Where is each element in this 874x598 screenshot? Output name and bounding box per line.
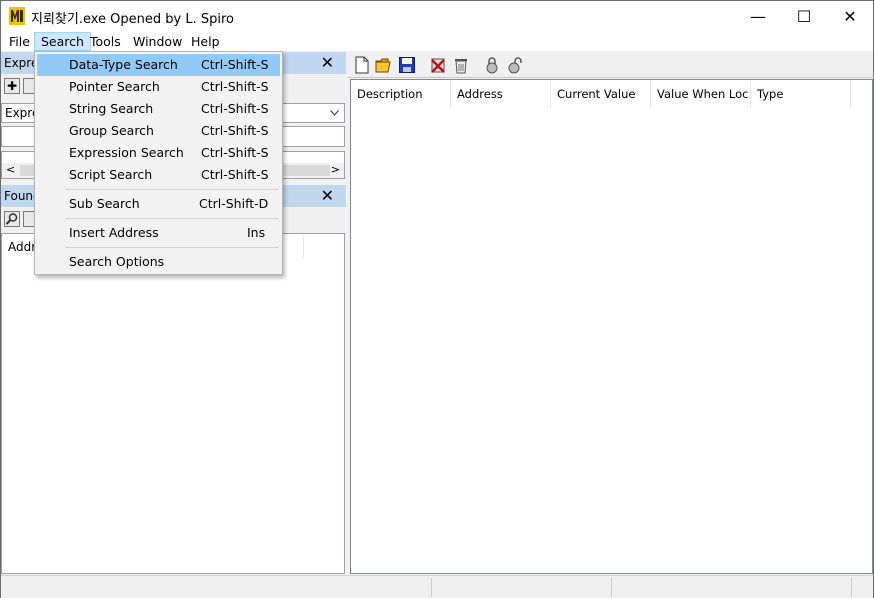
scroll-right-arrow[interactable]: > [331, 163, 340, 176]
menu-file[interactable]: File [3, 32, 36, 51]
menu-item-shortcut: Ctrl-Shift-S [201, 101, 269, 116]
lock-icon[interactable] [483, 56, 501, 74]
search-icon[interactable] [4, 211, 20, 227]
status-divider [431, 578, 432, 597]
found-panel-close-icon[interactable]: ✕ [321, 186, 334, 205]
address-list[interactable]: Description Address Current Value Value … [350, 79, 873, 574]
menu-item-data-type-search[interactable]: Data-Type Search Ctrl-Shift-S [37, 54, 280, 76]
right-pane: Description Address Current Value Value … [348, 52, 874, 574]
menu-item-sub-search[interactable]: Sub Search Ctrl-Shift-D [37, 193, 280, 215]
menu-item-group-search[interactable]: Group Search Ctrl-Shift-S [37, 120, 280, 142]
menu-item-label: String Search [69, 101, 154, 116]
menu-item-shortcut: Ctrl-Shift-S [201, 123, 269, 138]
open-folder-icon[interactable] [375, 56, 393, 74]
column-value-when-locked[interactable]: Value When Loc… [651, 80, 751, 108]
add-expression-button[interactable]: ✚ [4, 78, 20, 94]
menu-item-label: Expression Search [69, 145, 184, 160]
menu-separator [65, 218, 279, 219]
status-divider [851, 578, 852, 597]
title-bar: 지뢰찾기.exe Opened by L. Spiro — ☐ ✕ [1, 1, 873, 32]
menu-item-label: Data-Type Search [69, 57, 178, 72]
app-icon[interactable] [9, 7, 25, 25]
menu-item-label: Sub Search [69, 196, 140, 211]
column-current-value[interactable]: Current Value [551, 80, 651, 108]
save-icon[interactable] [398, 56, 416, 74]
search-menu-dropdown: Data-Type Search Ctrl-Shift-S Pointer Se… [34, 51, 283, 275]
status-bar [1, 575, 873, 598]
clear-icon[interactable] [452, 56, 470, 74]
column-description[interactable]: Description [351, 80, 451, 108]
menu-item-expression-search[interactable]: Expression Search Ctrl-Shift-S [37, 142, 280, 164]
menu-item-shortcut: Ctrl-Shift-S [201, 167, 269, 182]
found-address-list[interactable]: Addr [1, 233, 345, 574]
menu-item-search-options[interactable]: Search Options [37, 251, 280, 273]
menu-item-label: Script Search [69, 167, 153, 182]
menu-item-script-search[interactable]: Script Search Ctrl-Shift-S [37, 164, 280, 186]
menu-item-shortcut: Ins [247, 225, 266, 240]
menu-item-label: Insert Address [69, 225, 159, 240]
scroll-left-arrow[interactable]: < [6, 163, 15, 176]
unlock-icon[interactable] [506, 56, 524, 74]
menu-item-insert-address[interactable]: Insert Address Ins [37, 222, 280, 244]
menu-item-shortcut: Ctrl-Shift-S [201, 79, 269, 94]
menu-tools[interactable]: Tools [84, 32, 127, 51]
menu-separator [65, 189, 279, 190]
menu-item-shortcut: Ctrl-Shift-S [201, 57, 269, 72]
menu-item-shortcut: Ctrl-Shift-S [201, 145, 269, 160]
new-file-icon[interactable] [353, 56, 371, 74]
menu-item-pointer-search[interactable]: Pointer Search Ctrl-Shift-S [37, 76, 280, 98]
menu-item-label: Pointer Search [69, 79, 160, 94]
address-list-toolbar [348, 52, 874, 78]
minimize-button[interactable]: — [735, 1, 781, 32]
address-list-header: Description Address Current Value Value … [351, 80, 872, 108]
menu-window[interactable]: Window [127, 32, 188, 51]
menu-item-string-search[interactable]: String Search Ctrl-Shift-S [37, 98, 280, 120]
status-divider [611, 578, 612, 597]
menu-item-label: Search Options [69, 254, 165, 269]
expression-panel-close-icon[interactable]: ✕ [321, 53, 334, 72]
menu-help[interactable]: Help [185, 32, 226, 51]
column-address[interactable]: Address [451, 80, 551, 108]
menu-separator [65, 247, 279, 248]
delete-icon[interactable] [429, 56, 447, 74]
close-window-button[interactable]: ✕ [827, 1, 873, 32]
found-list-column-address: Addr [8, 240, 37, 254]
column-divider [303, 236, 304, 258]
column-type[interactable]: Type [751, 80, 851, 108]
maximize-button[interactable]: ☐ [781, 1, 827, 32]
chevron-down-icon [330, 110, 339, 116]
window-title: 지뢰찾기.exe Opened by L. Spiro [31, 12, 234, 27]
menu-bar: File Search Tools Window Help [1, 32, 873, 51]
menu-item-shortcut: Ctrl-Shift-D [199, 196, 269, 211]
menu-item-label: Group Search [69, 123, 154, 138]
menu-search[interactable]: Search [34, 32, 91, 51]
